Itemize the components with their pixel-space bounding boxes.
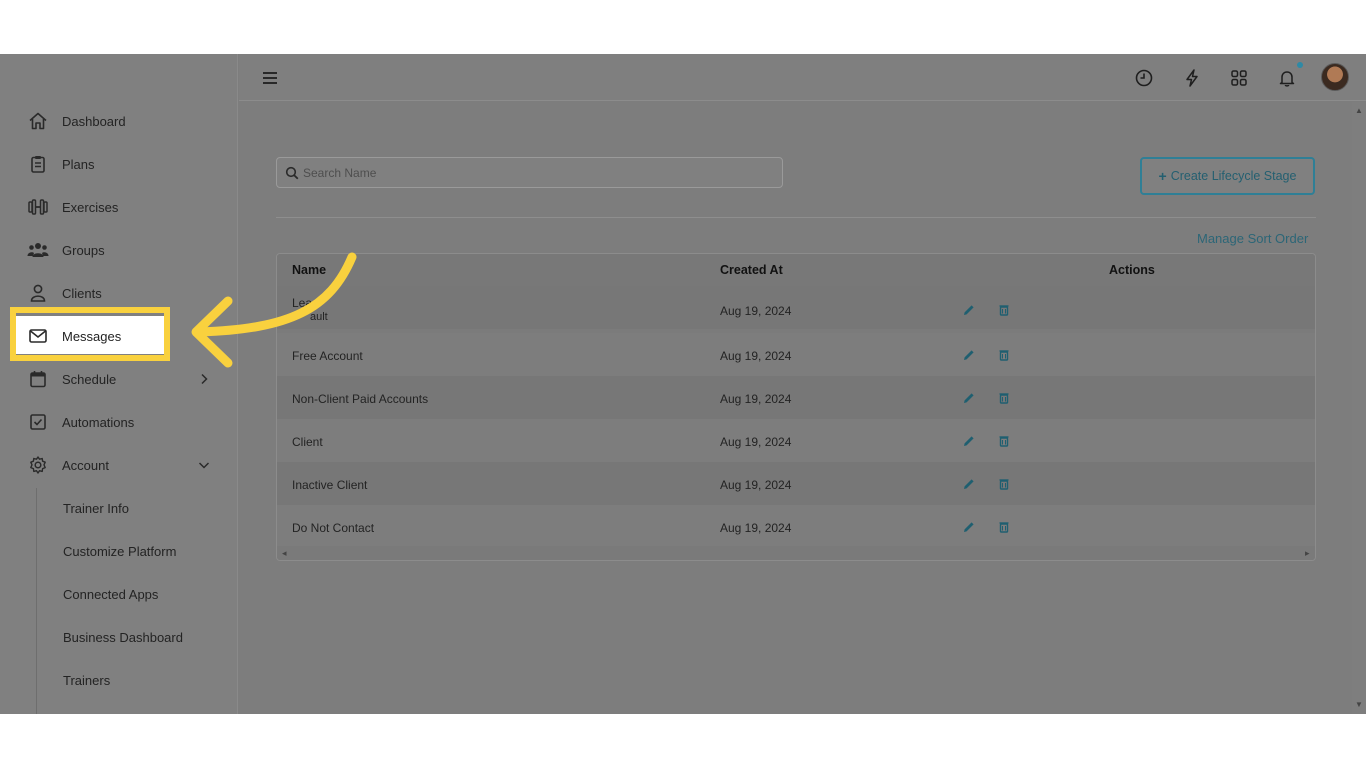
topbar: [239, 54, 1366, 101]
row-created-at: Aug 19, 2024: [720, 435, 792, 449]
content-divider: [276, 217, 1316, 218]
sidebar-subitem-trainer-info[interactable]: Trainer Info: [63, 501, 129, 516]
edit-icon[interactable]: [962, 434, 976, 448]
lifecycle-stages-table: Name Created At Actions Lea ault Aug 19,…: [276, 253, 1316, 561]
sidebar-subitem-business-dashboard[interactable]: Business Dashboard: [63, 630, 183, 645]
table-row: Inactive Client Aug 19, 2024: [277, 462, 1315, 505]
scroll-left-icon[interactable]: ◂: [282, 548, 287, 559]
chevron-down-icon: [198, 462, 210, 469]
trash-icon[interactable]: [997, 477, 1011, 491]
page-vertical-scrollbar[interactable]: ▲ ▼: [1352, 102, 1366, 714]
sidebar-subitem-connected-apps[interactable]: Connected Apps: [63, 587, 158, 602]
trash-icon[interactable]: [997, 348, 1011, 362]
bolt-icon[interactable]: [1180, 66, 1204, 90]
edit-icon[interactable]: [962, 303, 976, 317]
trash-icon[interactable]: [997, 434, 1011, 448]
notification-dot: [1297, 62, 1303, 68]
bell-icon[interactable]: [1275, 66, 1299, 90]
table-row: Client Aug 19, 2024: [277, 419, 1315, 462]
trash-icon[interactable]: [997, 391, 1011, 405]
sidebar-item-label: Account: [62, 457, 109, 473]
row-created-at: Aug 19, 2024: [720, 478, 792, 492]
trash-icon[interactable]: [997, 303, 1011, 317]
table-row: Free Account Aug 19, 2024: [277, 333, 1315, 376]
edit-icon[interactable]: [962, 477, 976, 491]
scroll-right-icon[interactable]: ▸: [1305, 548, 1310, 559]
table-row: Lea ault Aug 19, 2024: [277, 286, 1315, 329]
sidebar-subitem-trainers[interactable]: Trainers: [63, 673, 110, 688]
trash-icon[interactable]: [997, 520, 1011, 534]
plus-icon: +: [1158, 168, 1167, 184]
gear-icon: [27, 454, 49, 476]
avatar[interactable]: [1321, 63, 1349, 91]
row-created-at: Aug 19, 2024: [720, 521, 792, 535]
row-created-at: Aug 19, 2024: [720, 349, 792, 363]
apps-grid-icon[interactable]: [1227, 66, 1251, 90]
app-frame: Dashboard Plans Exercises Groups Clients: [0, 54, 1366, 714]
edit-icon[interactable]: [962, 348, 976, 362]
table-row: Do Not Contact Aug 19, 2024: [277, 505, 1315, 548]
table-row: Non-Client Paid Accounts Aug 19, 2024: [277, 376, 1315, 419]
edit-icon[interactable]: [962, 520, 976, 534]
scroll-down-icon[interactable]: ▼: [1355, 700, 1363, 709]
row-name: Do Not Contact: [292, 521, 375, 535]
table-horizontal-scrollbar[interactable]: ◂ ▸: [277, 546, 1315, 560]
sidebar-subitem-customize-platform[interactable]: Customize Platform: [63, 544, 176, 559]
table-header: [277, 254, 1315, 286]
annotation-arrow: [191, 252, 357, 368]
clock-icon[interactable]: [1132, 66, 1156, 90]
scroll-up-icon[interactable]: ▲: [1355, 106, 1363, 115]
edit-icon[interactable]: [962, 391, 976, 405]
row-created-at: Aug 19, 2024: [720, 304, 792, 318]
manage-sort-order-link[interactable]: Manage Sort Order: [1197, 231, 1308, 246]
row-created-at: Aug 19, 2024: [720, 392, 792, 406]
column-header-created-at[interactable]: Created At: [720, 254, 783, 286]
row-name: Inactive Client: [292, 478, 368, 492]
create-lifecycle-stage-button[interactable]: + Create Lifecycle Stage: [1140, 157, 1315, 195]
submenu-guide-line: [36, 488, 37, 714]
create-button-label: Create Lifecycle Stage: [1170, 169, 1297, 183]
column-header-actions: Actions: [1109, 263, 1155, 277]
